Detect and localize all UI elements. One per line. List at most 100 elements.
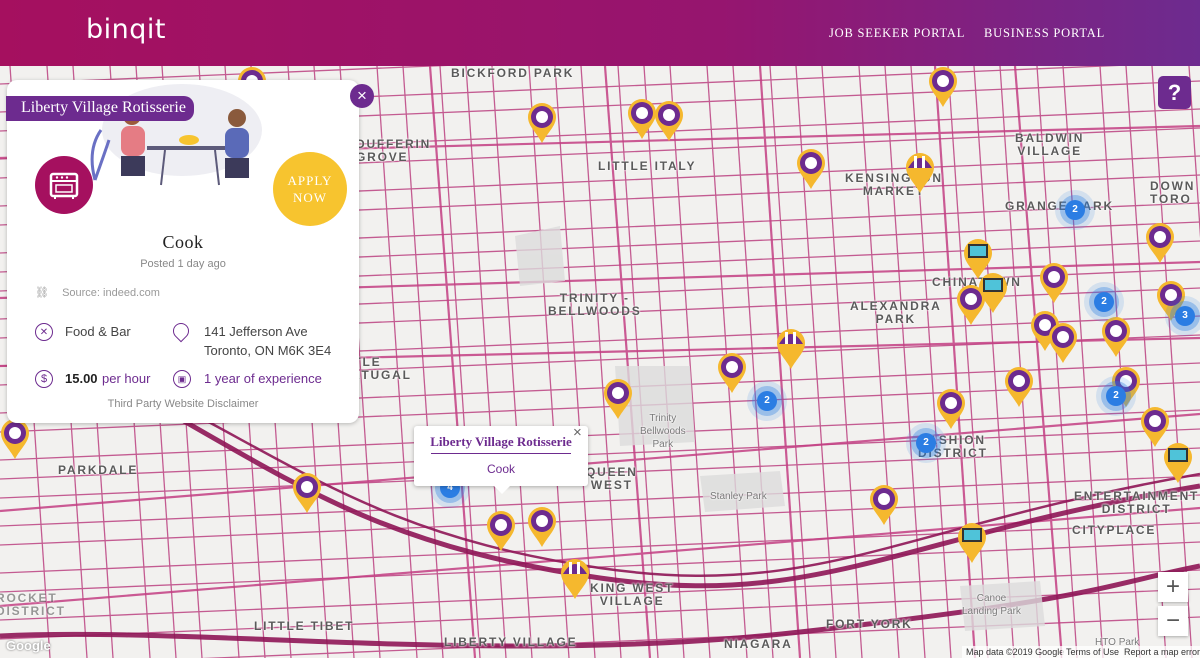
job-marker-pin[interactable] — [1048, 322, 1078, 364]
zoom-in-button[interactable]: + — [1158, 572, 1188, 602]
marker-info-bubble: Liberty Village Rotisserie Cook × — [414, 424, 588, 494]
address-line1: 141 Jefferson Ave — [204, 324, 308, 339]
job-marker-pin[interactable] — [1101, 316, 1131, 358]
bubble-job-title: Cook — [486, 462, 515, 476]
job-marker-pin[interactable] — [527, 506, 557, 548]
oven-icon — [35, 156, 93, 214]
marker-cluster[interactable]: 2 — [757, 391, 777, 411]
map-label: ENTERTAINMENT DISTRICT — [1074, 490, 1199, 516]
job-marker-pin[interactable] — [869, 484, 899, 526]
job-marker-pin[interactable] — [527, 102, 557, 144]
map-label-text: ENTERTAINMENT DISTRICT — [1074, 489, 1200, 516]
job-marker-pin[interactable] — [0, 418, 30, 460]
experience-text: 1 year of experience — [204, 371, 322, 386]
marker-cluster[interactable]: 2 — [1094, 292, 1114, 312]
market-tent-marker[interactable] — [560, 558, 590, 600]
company-name-tag: Liberty Village Rotisserie — [6, 96, 194, 121]
business-portal-link[interactable]: BUSINESS PORTAL — [984, 26, 1105, 41]
job-marker-pin[interactable] — [486, 510, 516, 552]
job-marker-pin[interactable] — [936, 388, 966, 430]
utensils-icon: ✕ — [35, 323, 53, 341]
source-link[interactable]: Source: indeed.com — [62, 287, 160, 299]
close-card-button[interactable]: × — [350, 84, 374, 108]
map-label: TRINITY - BELLWOODS — [548, 292, 642, 318]
market-tent-marker[interactable] — [776, 328, 806, 370]
bubble-close-button[interactable]: × — [573, 424, 582, 441]
posted-date: Posted 1 day ago — [140, 258, 226, 270]
apply-now-label: APPLY NOW — [287, 173, 333, 205]
apply-now-button[interactable]: APPLY NOW — [273, 152, 347, 226]
computer-marker[interactable] — [957, 522, 987, 564]
park-label-text: Trinity Bellwoods Park — [640, 413, 686, 450]
map-label: LIBERTY VILLAGE — [444, 635, 578, 649]
job-marker-pin[interactable] — [928, 66, 958, 108]
terms-of-use-link[interactable]: Terms of Use — [1062, 646, 1124, 658]
map-label-text: DUFFERIN GROVE — [356, 137, 432, 164]
job-marker-pin[interactable] — [1004, 366, 1034, 408]
map-label-text: TRINITY - BELLWOODS — [548, 291, 642, 318]
job-marker-pin[interactable] — [1145, 222, 1175, 264]
third-party-disclaimer[interactable]: Third Party Website Disclaimer — [7, 398, 359, 410]
map-label: CITYPLACE — [1072, 523, 1157, 537]
map-label: LITTLE TIBET — [254, 619, 355, 633]
map-label: DOWN TORO — [1150, 180, 1195, 206]
map-label-text: KING WEST VILLAGE — [590, 581, 675, 608]
map-label: LITTLE ITALY — [598, 159, 697, 173]
job-detail-card: Liberty Village Rotisserie × APPLY NOW C… — [6, 80, 374, 423]
map-label: BALDWIN VILLAGE — [1015, 132, 1084, 158]
map-label-text: ROCKET DISTRICT — [0, 591, 66, 618]
job-marker-pin[interactable] — [654, 100, 684, 142]
map-label-text: QUEEN WEST — [586, 465, 638, 492]
map-label: GRANGE PARK — [1005, 199, 1114, 213]
location-pin-icon — [169, 319, 193, 343]
wage-unit: per hour — [102, 371, 151, 386]
map-canvas[interactable]: BICKFORD PARK LITTLE ITALY DUFFERIN GROV… — [0, 66, 1200, 658]
marker-cluster[interactable]: 2 — [1106, 386, 1126, 406]
google-logo: Google — [6, 638, 51, 653]
wage-row: $ 15.00 per hour — [35, 370, 150, 388]
map-label: PARKDALE — [58, 463, 139, 477]
report-map-error-link[interactable]: Report a map error — [1120, 646, 1200, 658]
map-data-attribution: Map data ©2019 Google — [962, 646, 1069, 658]
bubble-company[interactable]: Liberty Village Rotisserie — [414, 434, 588, 450]
address-row: 141 Jefferson Ave Toronto, ON M6K 3E4 — [169, 319, 331, 358]
job-marker-pin[interactable] — [627, 98, 657, 140]
zoom-out-button[interactable]: − — [1158, 606, 1188, 636]
marker-cluster[interactable]: 2 — [1065, 200, 1085, 220]
bubble-divider — [431, 453, 571, 454]
marker-cluster[interactable]: 3 — [1175, 306, 1195, 326]
market-tent-marker[interactable] — [905, 152, 935, 194]
help-button[interactable]: ? — [1158, 76, 1191, 109]
map-label: DUFFERIN GROVE — [356, 138, 431, 164]
map-label: BICKFORD PARK — [451, 66, 575, 80]
dollar-icon: $ — [35, 370, 53, 388]
address-line2: Toronto, ON M6K 3E4 — [204, 343, 332, 358]
map-label: KING WEST VILLAGE — [590, 582, 674, 608]
job-marker-pin[interactable] — [796, 148, 826, 190]
job-marker-pin[interactable] — [717, 352, 747, 394]
computer-marker[interactable] — [1163, 442, 1193, 484]
map-label: NIAGARA — [724, 637, 793, 651]
top-nav-bar: binqit JOB SEEKER PORTAL BUSINESS PORTAL — [0, 0, 1200, 66]
job-marker-pin[interactable] — [292, 472, 322, 514]
map-label-text: DOWN TORO — [1150, 179, 1196, 206]
map-label-text: ALEXANDRA PARK — [850, 299, 942, 326]
park-label-text: Canoe Landing Park — [962, 593, 1021, 617]
binqit-logo[interactable]: binqit — [86, 14, 166, 45]
park-label: Trinity Bellwoods Park — [640, 412, 686, 451]
computer-marker[interactable] — [978, 272, 1008, 314]
map-label: ROCKET DISTRICT — [0, 592, 66, 618]
category-row: ✕ Food & Bar — [35, 323, 131, 341]
job-title: Cook — [162, 232, 204, 252]
link-icon: ⛓ — [35, 287, 49, 299]
job-marker-pin[interactable] — [603, 378, 633, 420]
briefcase-icon: ▣ — [173, 370, 191, 388]
marker-cluster[interactable]: 2 — [916, 433, 936, 453]
wage-amount: 15.00 — [65, 371, 98, 386]
map-label: QUEEN WEST — [586, 466, 638, 492]
job-marker-pin[interactable] — [1039, 262, 1069, 304]
job-seeker-portal-link[interactable]: JOB SEEKER PORTAL — [829, 26, 965, 41]
source-row: ⛓ Source: indeed.com — [35, 286, 160, 299]
map-label: FORT YORK — [826, 617, 913, 631]
category-text: Food & Bar — [65, 324, 131, 339]
